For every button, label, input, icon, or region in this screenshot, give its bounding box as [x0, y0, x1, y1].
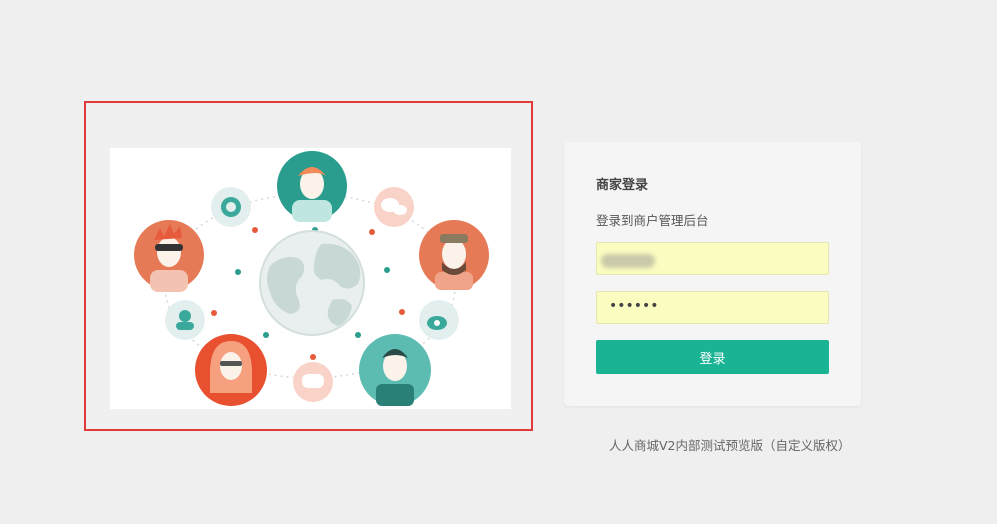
illustration-frame: [84, 101, 533, 431]
chat-icon: [374, 187, 414, 227]
community-illustration: [110, 148, 511, 409]
avatar-left: [134, 220, 204, 292]
community-illustration-graphic: [134, 151, 489, 406]
password-input[interactable]: ••••••: [596, 291, 829, 324]
copyright-footer: 人人商城V2内部测试预览版（自定义版权）: [609, 438, 851, 453]
globe-icon: [259, 230, 365, 336]
avatar-bottom-left: [195, 334, 267, 406]
avatar-right: [419, 220, 489, 290]
username-redacted-value: [601, 254, 655, 268]
login-button[interactable]: 登录: [596, 340, 829, 374]
username-input[interactable]: [596, 242, 829, 275]
avatar-bottom-right: [359, 334, 431, 406]
login-subtitle: 登录到商户管理后台: [596, 213, 709, 228]
weibo-icon: [419, 300, 459, 340]
group-icon: [165, 300, 205, 340]
login-title: 商家登录: [596, 178, 649, 193]
message-icon: [293, 362, 333, 402]
camera-icon: [211, 187, 251, 227]
avatar-top: [277, 151, 347, 222]
password-value: ••••••: [609, 298, 659, 314]
login-card: 商家登录 登录到商户管理后台 •••••• 登录: [564, 142, 861, 406]
